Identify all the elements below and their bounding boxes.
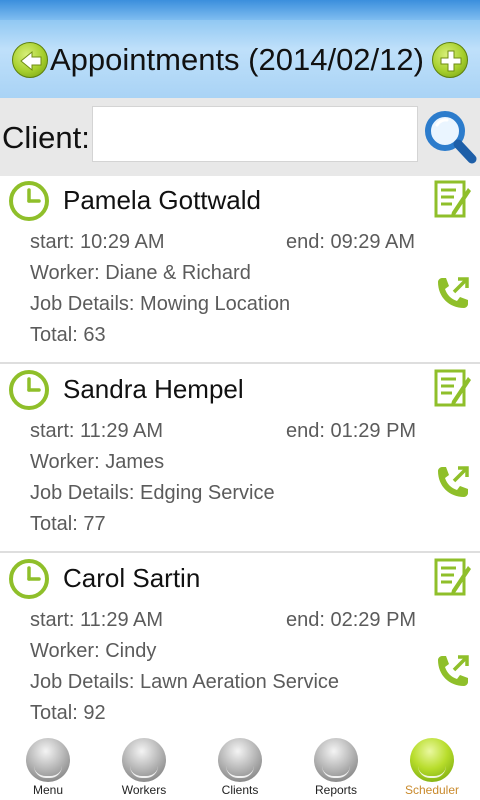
nav-label: Reports — [314, 783, 358, 797]
appointment-card[interactable]: Pamela Gottwald start: 10:29 AM end: 09:… — [0, 176, 480, 364]
total: Total: 92 — [30, 702, 106, 724]
workers-icon — [122, 738, 166, 782]
job-details: Job Details: Mowing Location — [30, 293, 291, 315]
end-time: end: 09:29 AM — [286, 231, 415, 253]
worker: Worker: Cindy — [30, 640, 157, 662]
nav-clients[interactable]: Clients — [192, 734, 288, 800]
clock-icon — [9, 370, 49, 410]
job-details: Job Details: Edging Service — [30, 482, 275, 504]
status-strip — [0, 0, 480, 20]
phone-icon — [438, 466, 469, 497]
nav-menu[interactable]: Menu — [0, 734, 96, 800]
total: Total: 63 — [30, 324, 106, 346]
total: Total: 77 — [30, 513, 106, 535]
add-appointment-button[interactable] — [432, 42, 468, 78]
nav-label: Workers — [121, 783, 167, 797]
edit-notes-icon — [434, 180, 471, 218]
nav-label: Menu — [32, 783, 64, 797]
search-icon — [425, 111, 477, 164]
edit-appointment-button[interactable] — [432, 178, 472, 222]
start-time: start: 10:29 AM — [30, 231, 165, 253]
edit-appointment-button[interactable] — [432, 556, 472, 600]
end-time: end: 01:29 PM — [286, 420, 417, 442]
appointment-card[interactable]: Carol Sartin start: 11:29 AM end: 02:29 … — [0, 554, 480, 742]
call-client-button[interactable] — [432, 274, 472, 314]
nav-label: Clients — [221, 783, 259, 797]
edit-notes-icon — [434, 558, 471, 596]
client-search-input[interactable] — [92, 106, 418, 162]
phone-icon — [438, 655, 469, 686]
call-client-button[interactable] — [432, 652, 472, 692]
appointment-card[interactable]: Sandra Hempel start: 11:29 AM end: 01:29… — [0, 365, 480, 553]
nav-workers[interactable]: Workers — [96, 734, 192, 800]
back-button[interactable] — [12, 42, 48, 78]
client-label: Client: — [2, 120, 90, 155]
bottom-nav: Menu Workers Clients Reports Scheduler — [0, 734, 480, 800]
arrow-left-icon — [20, 50, 42, 72]
edit-notes-icon — [434, 369, 471, 407]
edit-appointment-button[interactable] — [432, 367, 472, 411]
worker: Worker: Diane & Richard — [30, 262, 251, 284]
client-name: Carol Sartin — [63, 563, 201, 593]
clock-icon — [9, 181, 49, 221]
call-client-button[interactable] — [432, 463, 472, 503]
phone-icon — [438, 277, 469, 308]
start-time: start: 11:29 AM — [30, 420, 164, 442]
scheduler-icon — [410, 738, 454, 782]
plus-icon — [440, 50, 462, 72]
nav-scheduler[interactable]: Scheduler — [384, 734, 480, 800]
start-time: start: 11:29 AM — [30, 609, 164, 631]
client-name: Sandra Hempel — [63, 374, 244, 404]
clients-icon — [218, 738, 262, 782]
reports-icon — [314, 738, 358, 782]
page-title: Appointments (2014/02/12) — [50, 42, 424, 77]
worker: Worker: James — [30, 451, 165, 473]
client-name: Pamela Gottwald — [63, 185, 261, 215]
menu-icon — [26, 738, 70, 782]
end-time: end: 02:29 PM — [286, 609, 417, 631]
nav-label-active: Scheduler — [404, 783, 460, 797]
job-details: Job Details: Lawn Aeration Service — [30, 671, 340, 693]
nav-reports[interactable]: Reports — [288, 734, 384, 800]
clock-icon — [9, 559, 49, 599]
search-button[interactable] — [422, 108, 478, 166]
